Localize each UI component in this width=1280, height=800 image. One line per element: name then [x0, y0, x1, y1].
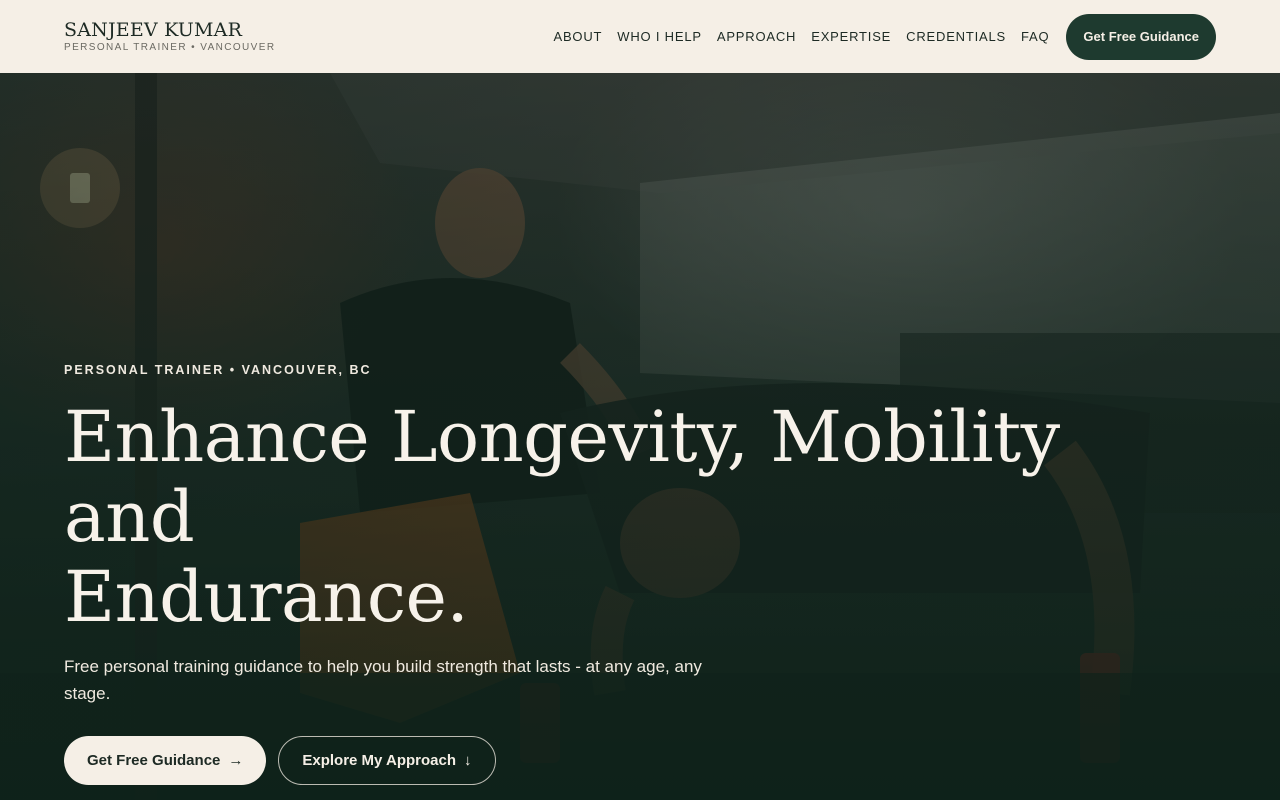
arrow-down-icon: ↓ — [464, 752, 472, 769]
hero-section: PERSONAL TRAINER • VANCOUVER, BC Enhance… — [0, 73, 1280, 800]
get-free-guidance-button[interactable]: Get Free Guidance → — [64, 736, 267, 785]
hero-headline-line-1: Enhance Longevity, Mobility and — [64, 396, 1060, 558]
hero-subtext: Free personal training guidance to help … — [64, 657, 702, 703]
hero-headline: Enhance Longevity, Mobility and Enduranc… — [64, 397, 1164, 637]
hero-content: PERSONAL TRAINER • VANCOUVER, BC Enhance… — [64, 363, 1164, 785]
hero-headline-line-2: Endurance. — [64, 556, 469, 638]
explore-approach-button[interactable]: Explore My Approach ↓ — [278, 736, 496, 785]
main-nav: ABOUT WHO I HELP APPROACH EXPERTISE CRED… — [538, 13, 1216, 60]
nav-item-credentials[interactable]: CREDENTIALS — [906, 29, 1006, 44]
site-header: SANJEEV KUMAR PERSONAL TRAINER • VANCOUV… — [0, 0, 1280, 73]
get-free-guidance-nav-button[interactable]: Get Free Guidance — [1066, 13, 1216, 60]
explore-approach-label: Explore My Approach — [302, 752, 457, 769]
nav-item-expertise[interactable]: EXPERTISE — [811, 29, 891, 44]
hero-cta-row: Get Free Guidance → Explore My Approach … — [64, 736, 1164, 785]
get-free-guidance-label: Get Free Guidance — [87, 752, 221, 769]
brand-name: SANJEEV KUMAR — [64, 19, 243, 41]
hero-eyebrow: PERSONAL TRAINER • VANCOUVER, BC — [64, 363, 372, 377]
arrow-right-icon: → — [228, 752, 244, 769]
brand[interactable]: SANJEEV KUMAR PERSONAL TRAINER • VANCOUV… — [64, 20, 275, 53]
nav-item-who-i-help[interactable]: WHO I HELP — [617, 29, 702, 44]
nav-item-faq[interactable]: FAQ — [1021, 29, 1049, 44]
nav-item-approach[interactable]: APPROACH — [717, 29, 796, 44]
nav-item-about[interactable]: ABOUT — [553, 29, 602, 44]
brand-tagline: PERSONAL TRAINER • VANCOUVER — [64, 42, 276, 53]
